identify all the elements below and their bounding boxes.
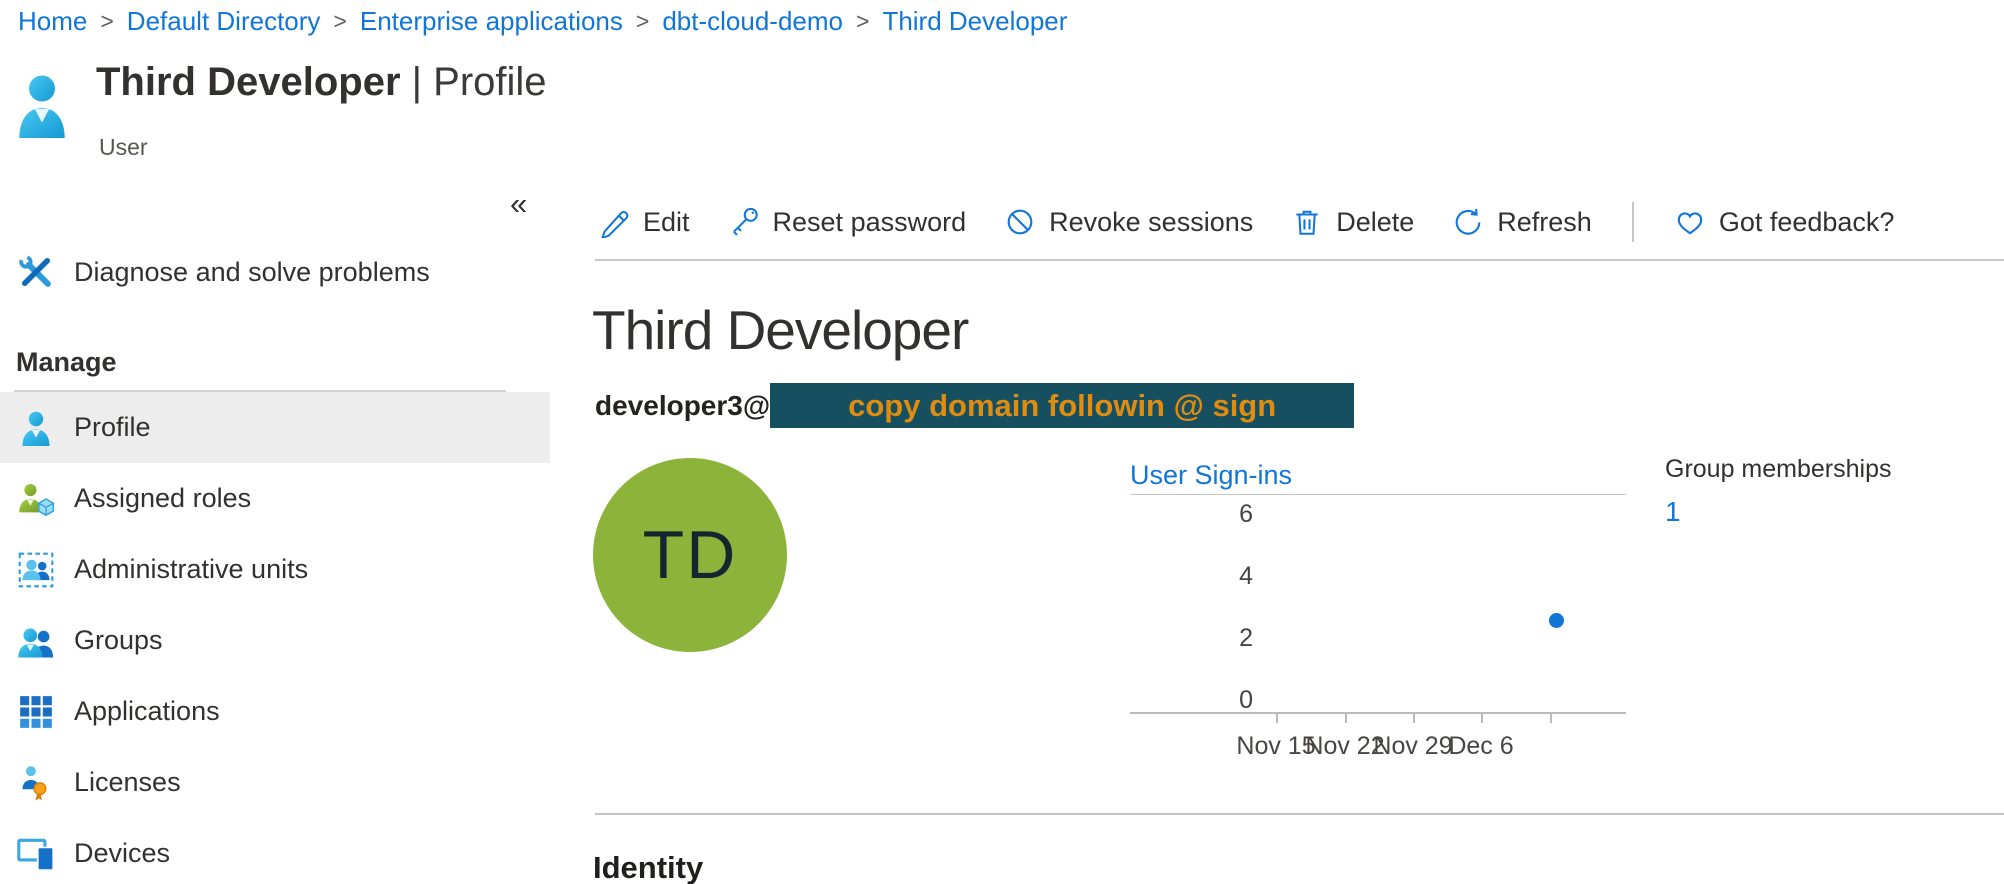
sidebar-item-profile[interactable]: Profile [0,392,550,463]
x-axis-tick [1345,714,1347,723]
x-axis-tick [1276,714,1278,723]
upn-prefix: developer3@ [595,390,770,422]
revoke-sessions-button[interactable]: Revoke sessions [1004,206,1253,238]
user-principal-name: developer3@ copy domain followin @ sign [595,383,1354,428]
sign-in-data-point [1549,613,1564,628]
page-title-blade: Profile [433,60,546,104]
x-tick-label: Dec 6 [1433,732,1529,761]
breadcrumb-home[interactable]: Home [18,6,87,37]
breadcrumb-separator: > [636,8,649,35]
avatar-initials: TD [643,516,738,594]
object-type-label: User [99,134,148,161]
edit-label: Edit [643,207,690,238]
page-title: Third Developer | Profile [96,60,547,105]
breadcrumb-separator: > [333,8,346,35]
edit-button[interactable]: Edit [598,206,690,238]
user-sign-ins-link[interactable]: User Sign-ins [1130,460,1292,491]
y-tick-label: 2 [1130,624,1253,653]
sidebar-item-assigned-roles[interactable]: Assigned roles [0,463,550,534]
domain-redaction-overlay: copy domain followin @ sign [770,383,1354,428]
avatar: TD [593,458,787,652]
toolbar-divider [1632,202,1634,242]
y-tick-label: 6 [1130,500,1253,529]
breadcrumb-third-developer[interactable]: Third Developer [882,6,1067,37]
x-axis-tick [1550,714,1552,723]
page-title-separator: | [412,60,422,104]
refresh-button[interactable]: Refresh [1452,206,1592,238]
breadcrumb-separator: > [856,8,869,35]
group-memberships-count-link[interactable]: 1 [1665,496,1891,528]
sidebar-item-label: Assigned roles [74,483,251,514]
identity-section-title: Identity [593,850,703,884]
x-axis-tick [1481,714,1483,723]
sidebar-section-manage: Manage [0,340,550,384]
sidebar-item-diagnose[interactable]: Diagnose and solve problems [0,240,550,304]
revoke-sessions-label: Revoke sessions [1049,207,1253,238]
page-title-name: Third Developer [96,60,401,104]
got-feedback-button[interactable]: Got feedback? [1674,206,1895,238]
sidebar-item-administrative-units[interactable]: Administrative units [0,534,550,605]
azure-user-profile-page: Home > Default Directory > Enterprise ap… [0,0,2004,884]
delete-label: Delete [1336,207,1414,238]
sidebar-item-devices[interactable]: Devices [0,818,550,884]
profile-person-icon [14,410,58,446]
key-icon [728,206,760,238]
user-sign-ins-chart: User Sign-ins 6 4 2 0 Nov 15 Nov 22 Nov … [1130,460,1626,770]
licenses-icon [14,765,58,801]
sidebar-collapse-button[interactable]: « [510,186,527,222]
refresh-icon [1452,206,1484,238]
got-feedback-label: Got feedback? [1719,207,1895,238]
heart-icon [1674,206,1706,238]
diagnose-tools-icon [14,253,58,291]
sidebar-item-label: Administrative units [74,554,308,585]
sidebar-item-label: Profile [74,412,151,443]
groups-icon [14,624,58,658]
sidebar-item-applications[interactable]: Applications [0,676,550,747]
breadcrumb-dbt-cloud-demo[interactable]: dbt-cloud-demo [662,6,843,37]
sidebar-item-label: Diagnose and solve problems [74,257,430,288]
y-tick-label: 4 [1130,562,1253,591]
chart-title-rule [1130,494,1626,495]
x-axis-tick [1413,714,1415,723]
reset-password-button[interactable]: Reset password [728,206,967,238]
group-memberships-label: Group memberships [1665,455,1891,484]
assigned-roles-icon [14,481,58,517]
pencil-icon [598,206,630,238]
devices-icon [14,836,58,872]
user-display-name: Third Developer [592,298,968,362]
group-memberships-block: Group memberships 1 [1665,455,1891,528]
sidebar-item-label: Groups [74,625,163,656]
section-divider [595,813,2004,815]
refresh-label: Refresh [1497,207,1592,238]
sidebar-item-groups[interactable]: Groups [0,605,550,676]
redaction-note: copy domain followin @ sign [848,388,1276,424]
reset-password-label: Reset password [773,207,967,238]
user-avatar-icon [16,72,68,143]
command-bar-rule [595,259,2004,261]
breadcrumb: Home > Default Directory > Enterprise ap… [18,6,1067,37]
block-icon [1004,206,1036,238]
administrative-units-icon [14,552,58,588]
trash-icon [1291,206,1323,238]
breadcrumb-default-directory[interactable]: Default Directory [127,6,321,37]
sidebar: Diagnose and solve problems Manage Profi… [0,240,550,884]
delete-button[interactable]: Delete [1291,206,1414,238]
sidebar-item-label: Applications [74,696,220,727]
sidebar-item-label: Devices [74,838,170,869]
sidebar-item-licenses[interactable]: Licenses [0,747,550,818]
sidebar-item-label: Licenses [74,767,181,798]
y-tick-label: 0 [1130,686,1253,715]
applications-grid-icon [14,695,58,729]
breadcrumb-enterprise-applications[interactable]: Enterprise applications [360,6,623,37]
command-bar: Edit Reset password Revoke sessions [598,198,1894,246]
breadcrumb-separator: > [100,8,113,35]
